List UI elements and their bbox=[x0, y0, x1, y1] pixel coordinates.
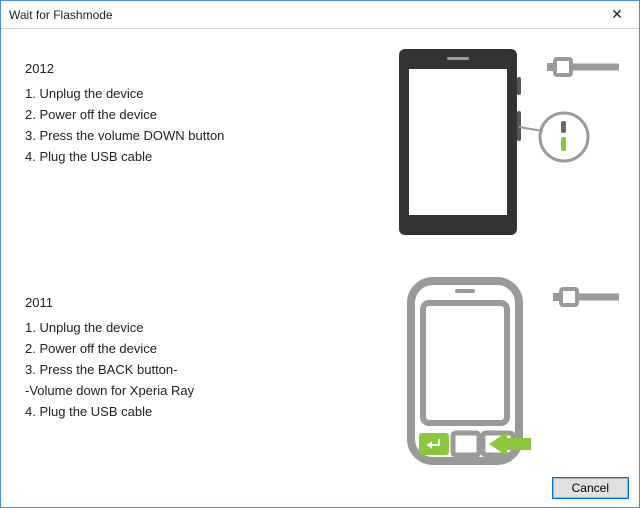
content-area: 2012 1. Unplug the device 2. Power off t… bbox=[1, 29, 639, 465]
step-text: 4. Plug the USB cable bbox=[25, 404, 365, 419]
step-text: 2. Power off the device bbox=[25, 341, 365, 356]
window-title: Wait for Flashmode bbox=[9, 8, 113, 22]
instructions-2011: 2011 1. Unplug the device 2. Power off t… bbox=[25, 275, 365, 425]
step-text: 3. Press the BACK button- bbox=[25, 362, 365, 377]
titlebar: Wait for Flashmode ✕ bbox=[1, 1, 639, 29]
year-label-2012: 2012 bbox=[25, 61, 365, 76]
section-2012: 2012 1. Unplug the device 2. Power off t… bbox=[25, 41, 619, 241]
close-button[interactable]: ✕ bbox=[595, 1, 639, 29]
step-text: 1. Unplug the device bbox=[25, 320, 365, 335]
instructions-2012: 2012 1. Unplug the device 2. Power off t… bbox=[25, 41, 365, 170]
phone-2011-icon bbox=[389, 275, 619, 475]
cancel-button[interactable]: Cancel bbox=[553, 478, 628, 498]
step-text: -Volume down for Xperia Ray bbox=[25, 383, 365, 398]
close-icon: ✕ bbox=[611, 6, 623, 23]
step-text: 3. Press the volume DOWN button bbox=[25, 128, 365, 143]
illustration-2011 bbox=[389, 275, 619, 475]
step-text: 2. Power off the device bbox=[25, 107, 365, 122]
year-label-2011: 2011 bbox=[25, 295, 365, 310]
section-2011: 2011 1. Unplug the device 2. Power off t… bbox=[25, 275, 619, 475]
phone-2012-icon bbox=[389, 41, 619, 241]
step-text: 1. Unplug the device bbox=[25, 86, 365, 101]
step-text: 4. Plug the USB cable bbox=[25, 149, 365, 164]
illustration-2012 bbox=[389, 41, 619, 241]
footer: Cancel bbox=[553, 478, 628, 498]
